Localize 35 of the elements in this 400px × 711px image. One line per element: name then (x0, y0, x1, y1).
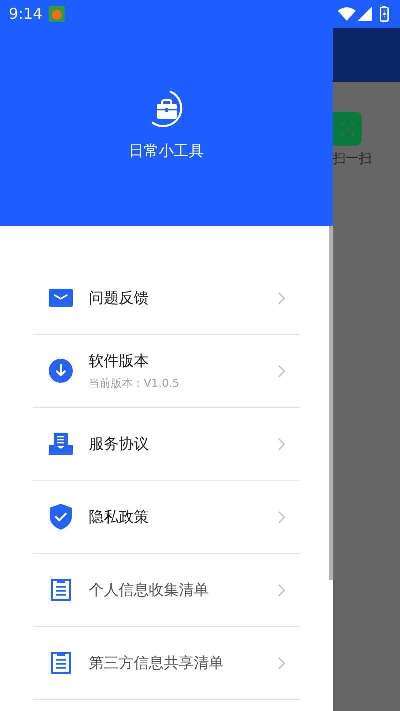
menu-item-subtitle: 当前版本：V1.0.5 (89, 376, 181, 392)
app-bar (333, 28, 400, 82)
menu-item[interactable]: 隐私政策 (33, 481, 300, 554)
menu-item[interactable]: 软件版本 当前版本：V1.0.5 (33, 335, 300, 408)
clipboard-list-icon (51, 579, 71, 601)
menu-item[interactable]: 个人信息收集清单 (33, 554, 300, 627)
menu-item[interactable]: 第三方信息共享清单 (33, 627, 300, 700)
scan-label: 扫一扫 (333, 151, 372, 169)
chevron-right-icon (278, 438, 286, 450)
chevron-right-icon (278, 510, 286, 524)
chevron-right-icon (278, 656, 286, 670)
app-notification-icon (48, 6, 65, 22)
status-time: 9:14 (9, 4, 43, 25)
menu-item[interactable]: 问题反馈 (33, 262, 300, 335)
clipboard-list-icon (51, 652, 71, 674)
app-name: 日常小工具 (129, 141, 204, 162)
signal-icon (358, 7, 372, 21)
chevron-right-icon (278, 364, 286, 378)
scan-icon (340, 122, 354, 136)
shield-check-icon (50, 504, 72, 530)
scan-button[interactable] (333, 112, 362, 146)
menu-item[interactable]: 服务协议 (33, 408, 300, 481)
chevron-right-icon (278, 292, 286, 304)
chevron-right-icon (278, 584, 286, 596)
document-tray-icon (49, 433, 73, 455)
envelope-icon (49, 289, 73, 307)
menu-item-label: 问题反馈 (89, 288, 150, 309)
menu-item-label: 隐私政策 (89, 506, 150, 528)
menu-item-label: 软件版本 (89, 351, 150, 372)
download-icon (49, 359, 73, 383)
menu-item-label: 个人信息收集清单 (89, 580, 210, 601)
wifi-icon (338, 7, 356, 21)
battery-icon (380, 6, 389, 22)
menu-item-label: 服务协议 (89, 434, 150, 455)
menu-item-label: 第三方信息共享清单 (89, 652, 225, 674)
